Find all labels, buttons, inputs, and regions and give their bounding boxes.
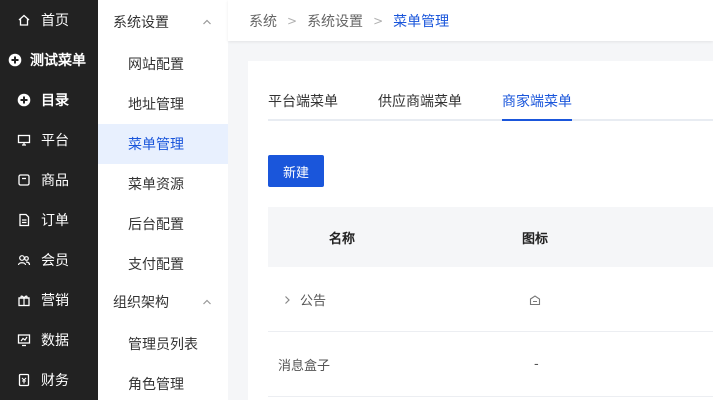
users-icon — [17, 253, 31, 267]
rail-item-label: 平台 — [41, 133, 69, 149]
sidebar-item-label: 菜单资源 — [128, 177, 184, 193]
rail-item-platform[interactable]: 平台 — [0, 120, 98, 160]
new-button[interactable]: 新建 — [268, 155, 324, 187]
sidebar-group-label: 系统设置 — [113, 15, 169, 31]
rail-item-members[interactable]: 会员 — [0, 240, 98, 280]
home-icon — [17, 13, 31, 27]
sidebar-item-menu-resources[interactable]: 菜单资源 — [98, 164, 228, 204]
sidebar-group-organization[interactable]: 组织架构 — [98, 282, 228, 322]
box-icon — [17, 173, 31, 187]
rail-item-directory[interactable]: 目录 — [0, 80, 98, 120]
sidebar-item-backend-config[interactable]: 后台配置 — [98, 204, 228, 244]
rail-item-label: 首页 — [41, 13, 69, 29]
name-cell: 公告 — [282, 267, 326, 332]
finance-icon — [17, 373, 31, 387]
rail-item-label: 财务 — [41, 373, 69, 389]
name-cell: 消息盒子 — [278, 332, 330, 397]
rail-item-label: 目录 — [41, 93, 69, 109]
circle-plus-icon — [17, 93, 31, 107]
sidebar-item-role-management[interactable]: 角色管理 — [98, 364, 228, 400]
circle-plus-icon — [8, 53, 22, 67]
breadcrumb-item[interactable]: 系统设置 — [307, 11, 363, 31]
sidebar-item-payment-config[interactable]: 支付配置 — [98, 244, 228, 284]
menu-table: 名称 图标 公告 消息盒子 - — [268, 207, 713, 397]
sidebar-item-label: 支付配置 — [128, 257, 184, 273]
tab-supplier-menu[interactable]: 供应商端菜单 — [378, 91, 462, 121]
chevron-right-icon: > — [287, 13, 298, 28]
table-row[interactable]: 公告 — [268, 267, 713, 332]
column-header-icon: 图标 — [522, 231, 549, 247]
notice-icon — [529, 294, 541, 305]
chevron-up-icon — [203, 19, 211, 25]
sidebar-item-menu-management[interactable]: 菜单管理 — [98, 124, 228, 164]
rail-item-label: 数据 — [41, 333, 69, 349]
chevron-up-icon — [203, 299, 211, 305]
rail-item-label: 订单 — [41, 213, 69, 229]
expand-arrow-icon[interactable] — [282, 295, 292, 305]
sidebar-group-label: 组织架构 — [113, 295, 169, 311]
chevron-right-icon: > — [373, 13, 384, 28]
content-card: 平台端菜单 供应商端菜单 商家端菜单 新建 名称 图标 公告 消息盒子 - — [248, 61, 713, 400]
breadcrumb-current: 菜单管理 — [393, 13, 450, 30]
sidebar-item-address[interactable]: 地址管理 — [98, 84, 228, 124]
row-name: 消息盒子 — [278, 359, 331, 374]
breadcrumb-item[interactable]: 系统 — [249, 11, 277, 31]
icon-placeholder: - — [534, 357, 539, 372]
rail-item-home[interactable]: 首页 — [0, 0, 98, 40]
chart-icon — [17, 333, 31, 347]
icon-cell: - — [534, 332, 539, 397]
breadcrumb: 系统 > 系统设置 > 菜单管理 — [228, 0, 713, 41]
table-header: 名称 图标 — [268, 207, 713, 267]
rail-item-label: 会员 — [41, 253, 69, 269]
sidebar-item-label: 地址管理 — [128, 97, 184, 113]
table-row[interactable]: 消息盒子 - — [268, 332, 713, 397]
rail-item-label: 测试菜单 — [30, 53, 86, 69]
column-header-name: 名称 — [329, 231, 356, 247]
sidebar-item-admin-list[interactable]: 管理员列表 — [98, 324, 228, 364]
sidebar-item-label: 角色管理 — [128, 377, 184, 393]
rail-item-label: 商品 — [41, 173, 69, 189]
rail-item-label: 营销 — [41, 293, 69, 309]
sidebar-group-system-settings[interactable]: 系统设置 — [98, 2, 228, 42]
monitor-icon — [17, 133, 31, 147]
tab-platform-menu[interactable]: 平台端菜单 — [268, 91, 338, 121]
sidebar-item-label: 菜单管理 — [128, 137, 184, 153]
document-icon — [17, 213, 31, 227]
sidebar-item-site-config[interactable]: 网站配置 — [98, 44, 228, 84]
row-name: 公告 — [300, 294, 327, 309]
sub-sidebar: 系统设置 网站配置 地址管理 菜单管理 菜单资源 后台配置 支付配置 组织架构 … — [98, 0, 228, 400]
sidebar-item-label: 网站配置 — [128, 57, 184, 73]
rail-item-marketing[interactable]: 营销 — [0, 280, 98, 320]
main-nav-rail: 首页 测试菜单 目录 平台 商品 订单 会员 营销 数据 财务 — [0, 0, 98, 400]
sidebar-item-label: 后台配置 — [128, 217, 184, 233]
tab-merchant-menu[interactable]: 商家端菜单 — [502, 91, 572, 121]
rail-item-data[interactable]: 数据 — [0, 320, 98, 360]
rail-item-goods[interactable]: 商品 — [0, 160, 98, 200]
rail-item-orders[interactable]: 订单 — [0, 200, 98, 240]
sidebar-item-label: 管理员列表 — [128, 337, 198, 353]
icon-cell — [528, 267, 542, 332]
gift-icon — [17, 293, 31, 307]
menu-tabs: 平台端菜单 供应商端菜单 商家端菜单 — [268, 91, 713, 121]
rail-item-test-menu[interactable]: 测试菜单 — [0, 40, 98, 80]
rail-item-finance[interactable]: 财务 — [0, 360, 98, 400]
